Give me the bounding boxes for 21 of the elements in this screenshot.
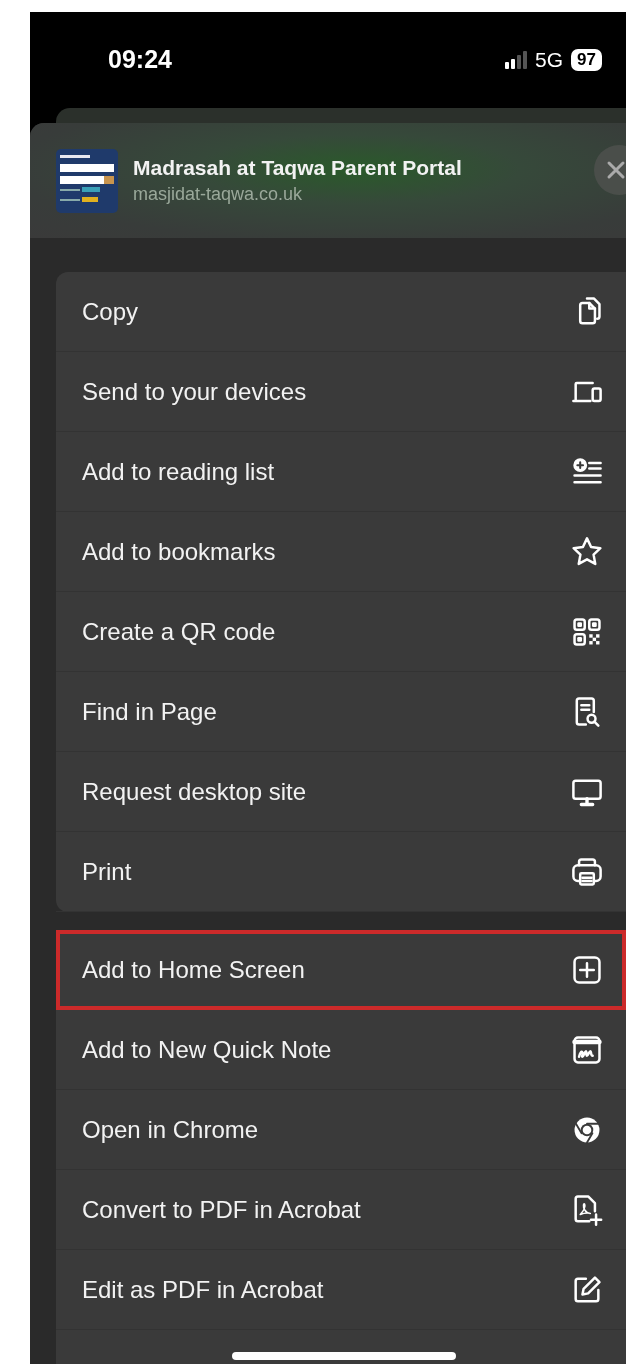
- menu-item[interactable]: Add to Home Screen: [56, 930, 626, 1010]
- menu-item[interactable]: Open in Chrome: [56, 1090, 626, 1170]
- close-icon: [606, 160, 626, 180]
- site-url: masjidat-taqwa.co.uk: [133, 184, 304, 205]
- site-title: Madrasah at Taqwa Parent Portal: [133, 156, 462, 180]
- menu-item[interactable]: Request desktop site: [56, 752, 626, 832]
- signal-icon: [505, 51, 528, 69]
- menu-item[interactable]: Copy: [56, 272, 626, 352]
- menu-item[interactable]: Print: [56, 832, 626, 912]
- status-time: 09:24: [108, 44, 172, 74]
- thumbnail-drawing: [56, 148, 118, 213]
- network-label: 5G: [535, 48, 564, 72]
- menu-item[interactable]: Create a QR code: [56, 592, 626, 672]
- menu-item[interactable]: Edit as PDF in Acrobat: [56, 1250, 626, 1330]
- menu-item[interactable]: Add to bookmarks: [56, 512, 626, 592]
- menu-item[interactable]: Convert to PDF in Acrobat: [56, 1170, 626, 1250]
- menu-item[interactable]: Find in Page: [56, 672, 626, 752]
- menu-item[interactable]: Send to your devices: [56, 352, 626, 432]
- menu-item[interactable]: Add to New Quick Note: [56, 1010, 626, 1090]
- menu-item[interactable]: Add to reading list: [56, 432, 626, 512]
- battery-level: 97: [571, 49, 602, 71]
